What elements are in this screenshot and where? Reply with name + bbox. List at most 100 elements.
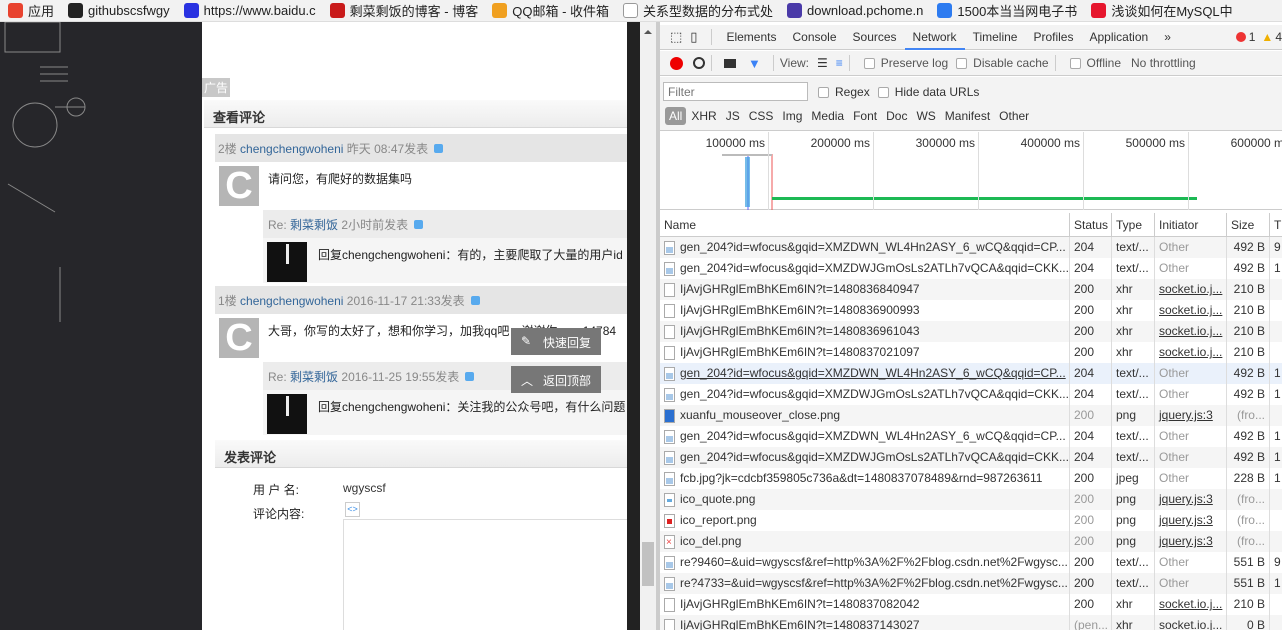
device-toolbar-icon[interactable]: ▯ bbox=[690, 29, 697, 45]
quote-icon[interactable] bbox=[465, 372, 475, 381]
avatar[interactable]: C bbox=[219, 318, 259, 358]
cell-initiator[interactable]: jquery.js:3 bbox=[1155, 510, 1227, 531]
request-row[interactable]: IjAvjGHRglEmBhKEm6IN?t=1480837143027 (pen… bbox=[660, 615, 1282, 630]
cell-initiator[interactable]: socket.io.j... bbox=[1155, 594, 1227, 615]
comment-user-link[interactable]: chengchengwoheni bbox=[240, 294, 343, 308]
type-filter-manifest[interactable]: Manifest bbox=[941, 107, 994, 125]
request-row[interactable]: gen_204?id=wfocus&gqid=XMZDWN_WL4Hn2ASY_… bbox=[660, 237, 1282, 258]
request-row[interactable]: xuanfu_mouseover_close.png 200 png jquery.j… bbox=[660, 405, 1282, 426]
request-row[interactable]: gen_204?id=wfocus&gqid=XMZDWN_WL4Hn2ASY_… bbox=[660, 363, 1282, 384]
clear-icon[interactable] bbox=[693, 57, 705, 69]
cell-initiator[interactable]: socket.io.j... bbox=[1155, 342, 1227, 363]
cell-initiator[interactable]: jquery.js:3 bbox=[1155, 489, 1227, 510]
bookmark-item[interactable]: 浅谈如何在MySQL中 bbox=[1091, 1, 1233, 20]
scrollbar-thumb[interactable] bbox=[642, 542, 654, 586]
reply-user-link[interactable]: 剩菜剩饭 bbox=[290, 218, 338, 232]
type-filter-xhr[interactable]: XHR bbox=[687, 107, 720, 125]
large-rows-icon[interactable]: ☰ bbox=[817, 56, 828, 70]
quote-icon[interactable] bbox=[434, 144, 444, 153]
avatar[interactable] bbox=[267, 242, 307, 282]
scroll-up-icon[interactable] bbox=[644, 26, 652, 34]
cell-initiator[interactable]: socket.io.j... bbox=[1155, 300, 1227, 321]
overview-icon[interactable]: ≡ bbox=[836, 56, 843, 70]
issue-counts[interactable]: 1 ▲ 4 bbox=[1235, 30, 1282, 44]
type-filter-doc[interactable]: Doc bbox=[882, 107, 911, 125]
tab-console[interactable]: Console bbox=[784, 25, 844, 50]
bookmark-item[interactable]: 应用 bbox=[8, 1, 54, 20]
request-row[interactable]: IjAvjGHRglEmBhKEm6IN?t=1480837082042 200 x… bbox=[660, 594, 1282, 615]
bookmark-item[interactable]: 关系型数据的分布式处 bbox=[623, 1, 773, 20]
network-overview[interactable]: 100000 ms 200000 ms 300000 ms 400000 ms 5000… bbox=[660, 132, 1282, 210]
request-row[interactable]: gen_204?id=wfocus&gqid=XMZDWN_WL4Hn2ASY_… bbox=[660, 426, 1282, 447]
throttling-select[interactable]: No throttling bbox=[1131, 56, 1196, 70]
type-filter-font[interactable]: Font bbox=[849, 107, 881, 125]
request-row[interactable]: ico_quote.png 200 png jquery.js:3 (fro... bbox=[660, 489, 1282, 510]
bookmark-item[interactable]: QQ邮箱 - 收件箱 bbox=[492, 1, 609, 20]
regex-checkbox[interactable] bbox=[818, 87, 829, 99]
cell-initiator[interactable]: socket.io.j... bbox=[1155, 615, 1227, 630]
inspect-element-icon[interactable]: ⬚ bbox=[670, 29, 682, 45]
cell-initiator[interactable]: socket.io.j... bbox=[1155, 279, 1227, 300]
comment-textarea[interactable] bbox=[343, 519, 627, 630]
bookmark-item[interactable]: download.pchome.n bbox=[787, 3, 923, 18]
column-name[interactable]: Name bbox=[660, 213, 1070, 237]
bookmark-item[interactable]: 1500本当当网电子书 bbox=[937, 1, 1077, 20]
request-row[interactable]: ico_report.png 200 png jquery.js:3 (fro... bbox=[660, 510, 1282, 531]
screenshot-icon[interactable] bbox=[724, 58, 736, 68]
column-initiator[interactable]: Initiator bbox=[1155, 213, 1227, 237]
request-row[interactable]: gen_204?id=wfocus&gqid=XMZDWJGmOsLs2ATLh… bbox=[660, 384, 1282, 405]
request-row[interactable]: IjAvjGHRglEmBhKEm6IN?t=1480836840947 200 x… bbox=[660, 279, 1282, 300]
bookmark-item[interactable]: 剩菜剩饭的博客 - 博客 bbox=[329, 1, 478, 20]
tab-profiles[interactable]: Profiles bbox=[1025, 25, 1081, 50]
disable-cache-checkbox[interactable] bbox=[956, 57, 968, 69]
column-size[interactable]: Size bbox=[1227, 213, 1270, 237]
type-filter-js[interactable]: JS bbox=[722, 107, 744, 125]
tab-sources[interactable]: Sources bbox=[845, 25, 905, 50]
request-row[interactable]: fcb.jpg?jk=cdcbf359805c736a&dt=148083707… bbox=[660, 468, 1282, 489]
type-filter-ws[interactable]: WS bbox=[912, 107, 939, 125]
request-row[interactable]: IjAvjGHRglEmBhKEm6IN?t=1480837021097 200 x… bbox=[660, 342, 1282, 363]
quote-icon[interactable] bbox=[470, 296, 480, 305]
quote-icon[interactable] bbox=[414, 220, 424, 229]
quick-reply-button[interactable]: ✎ 快速回复 bbox=[511, 328, 601, 355]
offline-checkbox[interactable] bbox=[1069, 57, 1081, 69]
reply-user-link[interactable]: 剩菜剩饭 bbox=[290, 370, 338, 384]
cell-initiator[interactable]: socket.io.j... bbox=[1155, 321, 1227, 342]
page-scrollbar[interactable] bbox=[640, 22, 656, 630]
tab-application[interactable]: Application bbox=[1081, 25, 1156, 50]
back-to-top-button[interactable]: ︿ 返回顶部 bbox=[511, 366, 601, 393]
tab-timeline[interactable]: Timeline bbox=[965, 25, 1026, 50]
avatar[interactable] bbox=[267, 394, 307, 434]
tab-elements[interactable]: Elements bbox=[718, 25, 784, 50]
request-row[interactable]: ico_del.png 200pngjquery.js:3(fro... bbox=[660, 531, 1282, 552]
record-button[interactable] bbox=[670, 56, 683, 70]
filter-bar: Regex Hide data URLs AllXHRJSCSSImgMediaF… bbox=[660, 77, 1282, 131]
type-filter-all[interactable]: All bbox=[665, 107, 687, 125]
cell-initiator[interactable]: jquery.js:3 bbox=[1155, 531, 1227, 552]
column-t[interactable]: T bbox=[1270, 213, 1282, 237]
bookmark-item[interactable]: https://www.baidu.c bbox=[183, 3, 316, 18]
more-tabs-button[interactable]: » bbox=[1156, 25, 1179, 50]
request-row[interactable]: IjAvjGHRglEmBhKEm6IN?t=1480836900993 200 x… bbox=[660, 300, 1282, 321]
request-row[interactable]: IjAvjGHRglEmBhKEm6IN?t=1480836961043 200 x… bbox=[660, 321, 1282, 342]
request-row[interactable]: re?4733=&uid=wgyscsf&ref=http%3A%2F%2Fbl… bbox=[660, 573, 1282, 594]
type-filter-css[interactable]: CSS bbox=[745, 107, 778, 125]
request-row[interactable]: re?9460=&uid=wgyscsf&ref=http%3A%2F%2Fbl… bbox=[660, 552, 1282, 573]
type-filter-media[interactable]: Media bbox=[807, 107, 848, 125]
tab-network[interactable]: Network bbox=[904, 25, 965, 50]
bookmark-item[interactable]: githubscsfwgy bbox=[68, 3, 170, 18]
filter-input[interactable] bbox=[663, 82, 808, 101]
avatar[interactable]: C bbox=[219, 166, 259, 206]
type-filter-other[interactable]: Other bbox=[995, 107, 1033, 125]
request-row[interactable]: gen_204?id=wfocus&gqid=XMZDWJGmOsLs2ATLh… bbox=[660, 447, 1282, 468]
type-filter-img[interactable]: Img bbox=[778, 107, 806, 125]
column-type[interactable]: Type bbox=[1112, 213, 1155, 237]
cell-initiator[interactable]: jquery.js:3 bbox=[1155, 405, 1227, 426]
filter-icon[interactable]: ▼ bbox=[748, 56, 761, 71]
hide-data-urls-checkbox[interactable] bbox=[877, 87, 889, 99]
request-row[interactable]: gen_204?id=wfocus&gqid=XMZDWJGmOsLs2ATLh… bbox=[660, 258, 1282, 279]
preserve-log-checkbox[interactable] bbox=[863, 57, 875, 69]
code-insert-icon[interactable]: <> bbox=[345, 502, 360, 517]
column-status[interactable]: Status bbox=[1070, 213, 1112, 237]
comment-user-link[interactable]: chengchengwoheni bbox=[240, 142, 343, 156]
